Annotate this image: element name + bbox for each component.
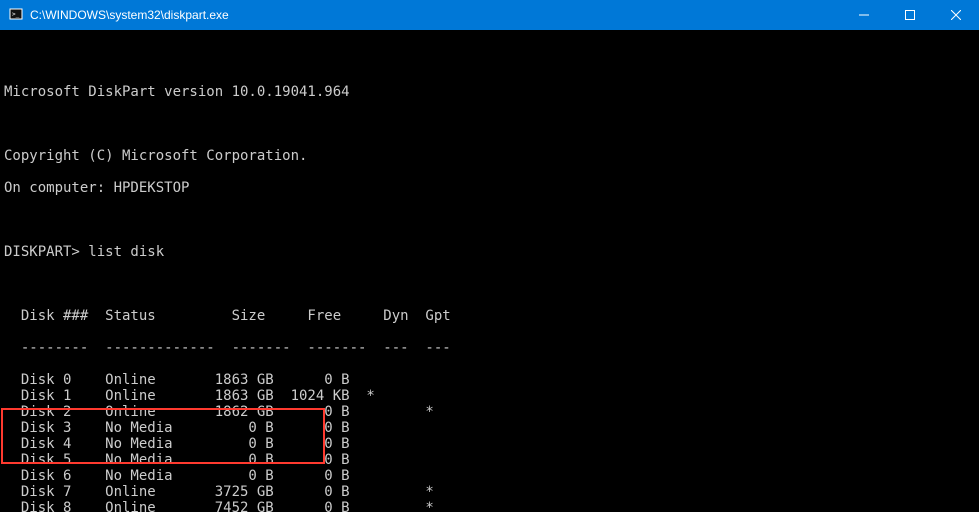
- table-row: Disk 5 No Media 0 B 0 B: [4, 452, 975, 468]
- table-row: Disk 7 Online 3725 GB 0 B *: [4, 484, 975, 500]
- copyright-line: Copyright (C) Microsoft Corporation.: [4, 148, 975, 164]
- blank-line: [4, 52, 975, 68]
- table-row: Disk 1 Online 1863 GB 1024 KB *: [4, 388, 975, 404]
- app-icon: >_: [8, 7, 24, 23]
- table-row: Disk 2 Online 1862 GB 0 B *: [4, 404, 975, 420]
- computer-line: On computer: HPDEKSTOP: [4, 180, 975, 196]
- prompt-line-1: DISKPART> list disk: [4, 244, 975, 260]
- window-title: C:\WINDOWS\system32\diskpart.exe: [30, 8, 841, 22]
- table-row: Disk 6 No Media 0 B 0 B: [4, 468, 975, 484]
- console-area[interactable]: Microsoft DiskPart version 10.0.19041.96…: [0, 30, 979, 512]
- table-divider: -------- ------------- ------- ------- -…: [4, 340, 975, 356]
- table-row: Disk 8 Online 7452 GB 0 B *: [4, 500, 975, 512]
- titlebar[interactable]: >_ C:\WINDOWS\system32\diskpart.exe: [0, 0, 979, 30]
- close-button[interactable]: [933, 0, 979, 30]
- table-header: Disk ### Status Size Free Dyn Gpt: [4, 308, 975, 324]
- svg-text:>_: >_: [12, 11, 20, 18]
- minimize-button[interactable]: [841, 0, 887, 30]
- maximize-button[interactable]: [887, 0, 933, 30]
- blank-line: [4, 276, 975, 292]
- blank-line: [4, 212, 975, 228]
- blank-line: [4, 116, 975, 132]
- table-row: Disk 4 No Media 0 B 0 B: [4, 436, 975, 452]
- table-row: Disk 3 No Media 0 B 0 B: [4, 420, 975, 436]
- table-row: Disk 0 Online 1863 GB 0 B: [4, 372, 975, 388]
- version-line: Microsoft DiskPart version 10.0.19041.96…: [4, 84, 975, 100]
